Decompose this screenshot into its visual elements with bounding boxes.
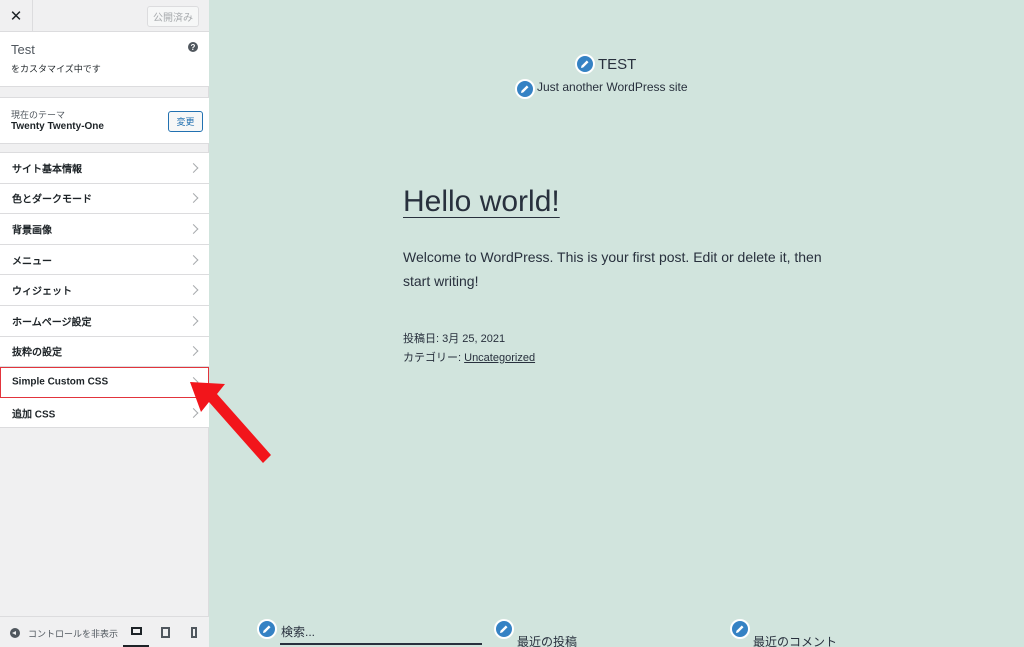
post-title-link[interactable]: Hello world! (403, 185, 560, 219)
pencil-icon[interactable] (730, 619, 750, 639)
menu-item-label: メニュー (12, 256, 52, 268)
menu-item-label: Simple Custom CSS (12, 376, 109, 388)
close-icon: ✕ (9, 7, 23, 25)
menu-item-background-image[interactable]: 背景画像 (0, 214, 209, 245)
search-widget-label[interactable]: 検索... (281, 623, 315, 640)
sidebar-header: ✕ 公開済み (0, 0, 209, 32)
post-category: カテゴリー: Uncategorized (403, 349, 535, 365)
menu-item-widgets[interactable]: ウィジェット (0, 275, 209, 306)
mobile-icon (191, 627, 197, 638)
customize-info: Test をカスタマイズ中です ? (0, 32, 209, 87)
recent-posts-widget-title: 最近の投稿 (517, 635, 578, 647)
site-preview: TEST Just another WordPress site Hello w… (210, 0, 1024, 647)
help-icon[interactable]: ? (188, 42, 198, 52)
sidebar-footer: コントロールを非表示 (0, 616, 209, 647)
site-name: Test (11, 42, 35, 57)
category-prefix: カテゴリー: (403, 352, 465, 364)
chevron-right-icon (188, 315, 199, 326)
menu-item-label: サイト基本情報 (12, 164, 82, 176)
chevron-right-icon (188, 285, 199, 296)
menu-item-label: ホームページ設定 (12, 317, 92, 329)
close-button[interactable]: ✕ (0, 0, 33, 31)
menu-item-colors-dark-mode[interactable]: 色とダークモード (0, 183, 209, 215)
chevron-right-icon (188, 254, 199, 265)
menu-item-label: 抜粋の設定 (12, 347, 62, 359)
current-theme-panel: 現在のテーマ Twenty Twenty-One 変更 (0, 97, 209, 144)
menu-item-site-identity[interactable]: サイト基本情報 (0, 153, 209, 184)
change-theme-button[interactable]: 変更 (168, 111, 203, 132)
customizing-subtitle: をカスタマイズ中です (11, 64, 101, 74)
preview-desktop-button[interactable] (123, 617, 149, 647)
site-tagline: Just another WordPress site (537, 80, 688, 94)
chevron-right-icon (188, 377, 199, 387)
preview-mobile-button[interactable] (181, 617, 207, 647)
chevron-right-icon (188, 193, 199, 204)
chevron-right-icon (188, 407, 199, 418)
menu-item-additional-css[interactable]: 追加 CSS (0, 397, 209, 429)
desktop-icon (130, 627, 142, 635)
menu-item-label: ウィジェット (12, 286, 72, 298)
pencil-icon[interactable] (257, 619, 277, 639)
site-title[interactable]: TEST (598, 56, 636, 73)
menu-item-menus[interactable]: メニュー (0, 244, 209, 276)
recent-comments-widget-title: 最近のコメント (753, 635, 838, 647)
chevron-right-icon (188, 162, 199, 173)
menu-item-label: 追加 CSS (12, 409, 56, 421)
collapse-sidebar-button[interactable]: コントロールを非表示 (28, 627, 118, 640)
tablet-icon (160, 627, 170, 638)
menu-item-label: 色とダークモード (12, 194, 92, 206)
post-excerpt: Welcome to WordPress. This is your first… (403, 249, 822, 289)
customizer-menu: サイト基本情報 色とダークモード 背景画像 メニュー ウィジェット ホームページ… (0, 152, 209, 429)
theme-label: 現在のテーマ (11, 110, 66, 120)
pencil-icon[interactable] (494, 619, 514, 639)
collapse-arrow-icon[interactable] (10, 628, 20, 638)
menu-item-homepage-settings[interactable]: ホームページ設定 (0, 305, 209, 337)
menu-item-excerpt-settings[interactable]: 抜粋の設定 (0, 336, 209, 368)
theme-name: Twenty Twenty-One (11, 121, 104, 132)
menu-item-label: 背景画像 (12, 225, 52, 237)
preview-tablet-button[interactable] (152, 617, 178, 647)
publish-button[interactable]: 公開済み (147, 6, 199, 27)
chevron-right-icon (188, 346, 199, 357)
pencil-icon[interactable] (575, 54, 595, 74)
chevron-right-icon (188, 224, 199, 234)
customizer-sidebar: ✕ 公開済み Test をカスタマイズ中です ? 現在のテーマ Twenty T… (0, 0, 209, 647)
post-date: 投稿日: 3月 25, 2021 (403, 333, 506, 345)
pencil-icon[interactable] (515, 79, 535, 99)
category-link[interactable]: Uncategorized (464, 352, 535, 364)
menu-item-simple-custom-css[interactable]: Simple Custom CSS (0, 367, 209, 398)
search-field-underline (280, 643, 482, 645)
